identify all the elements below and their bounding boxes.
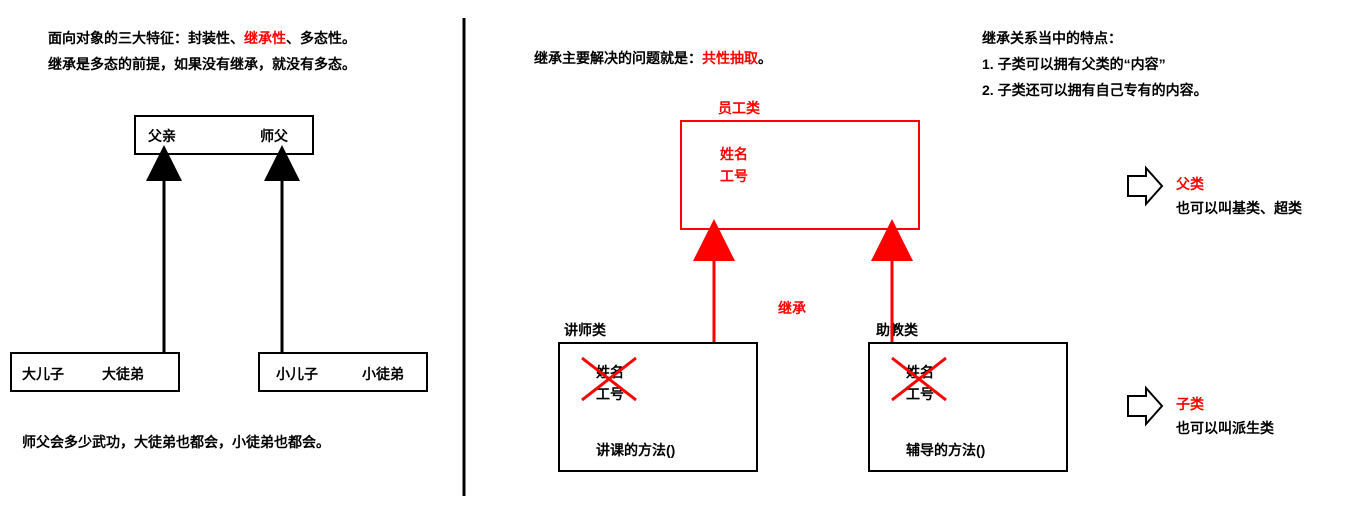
hollow-arrow-child — [1128, 388, 1162, 424]
right-pt1: 1. 子类可以拥有父类的“内容” — [982, 54, 1166, 74]
employee-label: 员工类 — [718, 98, 760, 118]
employee-box — [680, 120, 920, 230]
left-line1-a: 面向对象的三大特征：封装性、 — [48, 30, 244, 46]
right-pt2: 2. 子类还可以拥有自己专有的内容。 — [982, 80, 1208, 100]
left-line1-c: 、多态性。 — [286, 30, 356, 46]
middle-header-b: 共性抽取 — [702, 50, 758, 66]
middle-header-a: 继承主要解决的问题就是： — [534, 50, 702, 66]
left-footer: 师父会多少武功，大徒弟也都会，小徒弟也都会。 — [22, 432, 330, 452]
child-class-desc: 也可以叫派生类 — [1176, 418, 1274, 438]
employee-field1: 姓名 — [720, 144, 748, 164]
parent-class-desc: 也可以叫基类、超类 — [1176, 198, 1302, 218]
assistant-method: 辅导的方法() — [906, 440, 985, 460]
child-left-a: 大儿子 — [22, 364, 64, 384]
parent-class-label: 父类 — [1176, 174, 1204, 194]
assistant-label: 助教类 — [876, 320, 918, 340]
employee-field2: 工号 — [720, 166, 748, 186]
child-class-label: 子类 — [1176, 394, 1204, 414]
diagram-stage: 面向对象的三大特征：封装性、继承性、多态性。 继承是多态的前提，如果没有继承，就… — [0, 0, 1350, 530]
left-line1-b: 继承性 — [244, 30, 286, 46]
parent-box-right-label: 师父 — [260, 126, 288, 146]
left-line2: 继承是多态的前提，如果没有继承，就没有多态。 — [48, 54, 356, 74]
teacher-field2: 工号 — [596, 384, 624, 404]
hollow-arrow-parent — [1128, 168, 1162, 204]
child-right-a: 小儿子 — [276, 364, 318, 384]
teacher-field1: 姓名 — [596, 362, 624, 382]
teacher-method: 讲课的方法() — [596, 440, 675, 460]
left-line1: 面向对象的三大特征：封装性、继承性、多态性。 — [48, 28, 356, 48]
child-right-b: 小徒弟 — [362, 364, 404, 384]
assistant-field1: 姓名 — [906, 362, 934, 382]
teacher-label: 讲师类 — [564, 320, 606, 340]
right-title: 继承关系当中的特点： — [982, 28, 1122, 48]
middle-header: 继承主要解决的问题就是：共性抽取。 — [534, 48, 772, 68]
assistant-field2: 工号 — [906, 384, 934, 404]
inherit-label: 继承 — [778, 298, 806, 318]
middle-header-c: 。 — [758, 50, 772, 66]
child-left-b: 大徒弟 — [102, 364, 144, 384]
parent-box-left-label: 父亲 — [148, 126, 176, 146]
